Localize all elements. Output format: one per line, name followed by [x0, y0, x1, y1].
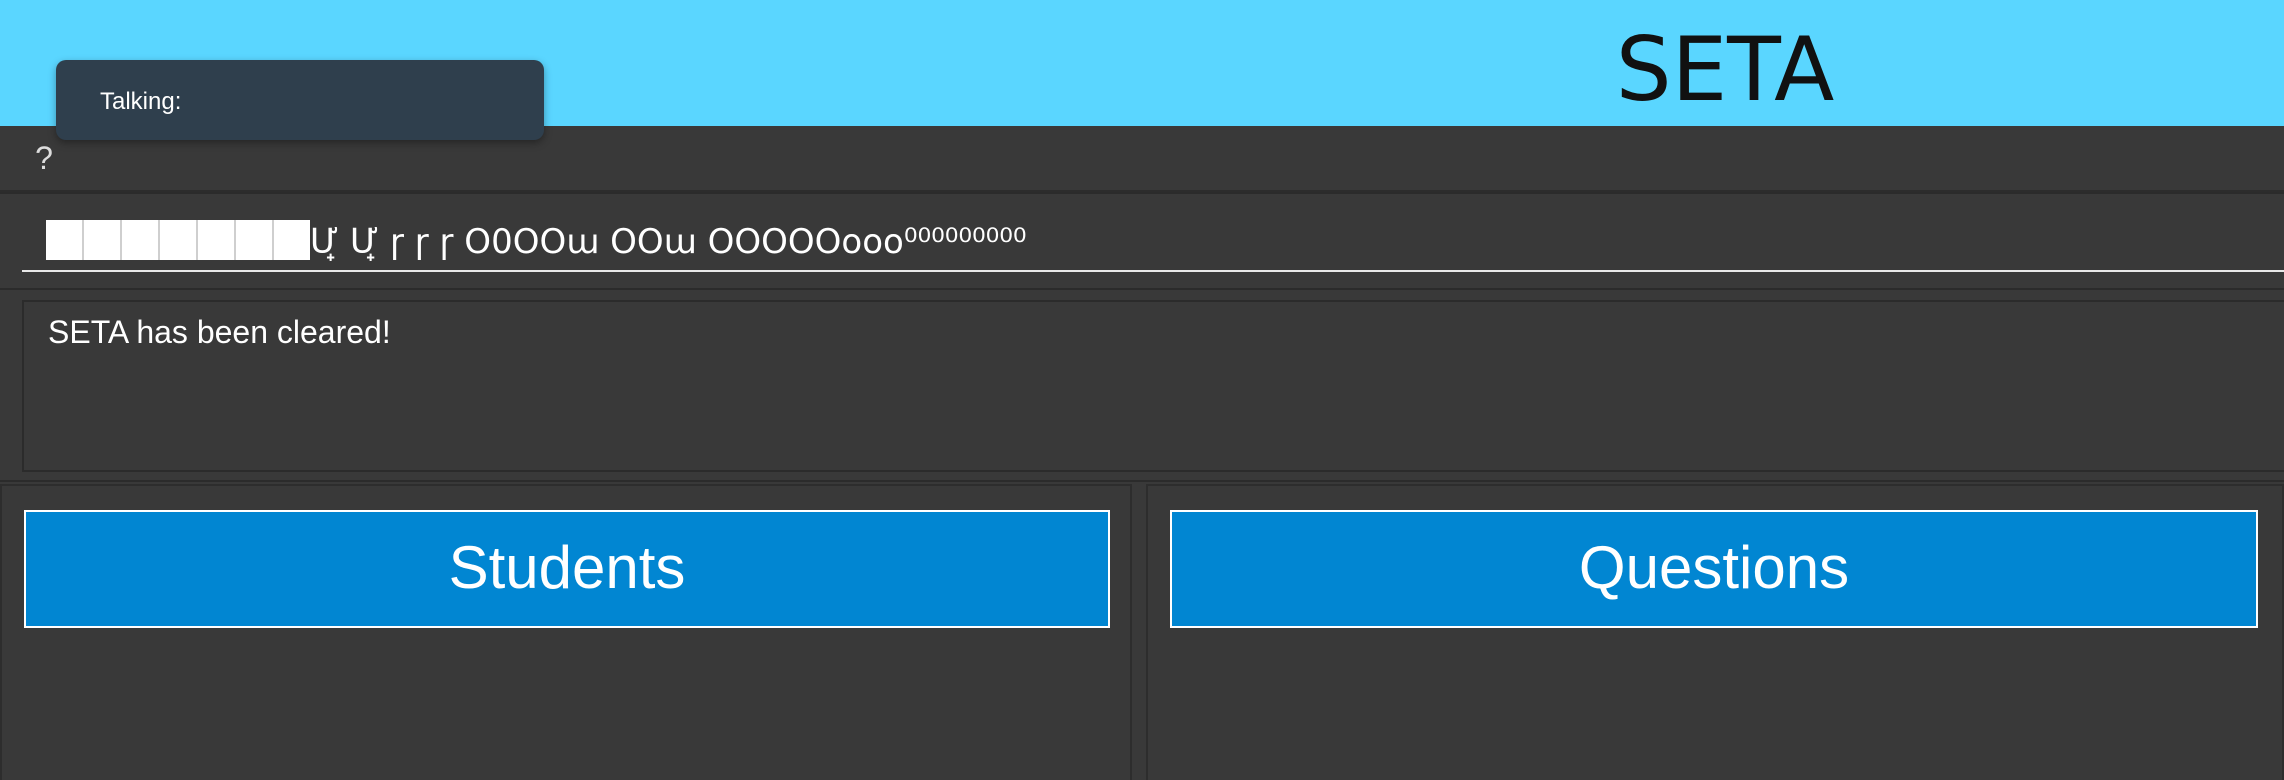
command-pane: Ư̟ Ư̟ ɼ ɼ ɼ O0OOɯ OOɯ OOOOOooo⁰⁰⁰⁰⁰⁰⁰⁰⁰ — [0, 192, 2284, 290]
questions-panel: Questions — [1146, 484, 2284, 780]
help-menu-button[interactable]: ? — [30, 138, 58, 178]
lists-area: Students Questions — [0, 484, 2284, 780]
result-display: SETA has been cleared! — [22, 300, 2284, 472]
app-title: SETA — [1615, 18, 1835, 121]
students-panel: Students — [0, 484, 1132, 780]
questions-list[interactable] — [1170, 636, 2260, 780]
command-input[interactable]: Ư̟ Ư̟ ɼ ɼ ɼ O0OOɯ OOɯ OOOOOooo⁰⁰⁰⁰⁰⁰⁰⁰⁰ — [310, 214, 1027, 270]
result-message: SETA has been cleared! — [48, 314, 391, 350]
tofu-glyph — [160, 220, 198, 260]
tofu-glyph — [236, 220, 274, 260]
unrenderable-glyphs — [46, 220, 310, 260]
toast-text: Talking: — [100, 88, 182, 115]
questions-header: Questions — [1170, 510, 2258, 628]
students-header: Students — [24, 510, 1110, 628]
students-list[interactable] — [24, 636, 1108, 780]
tofu-glyph — [122, 220, 160, 260]
notification-toast: Talking: — [56, 60, 544, 140]
command-box[interactable]: Ư̟ Ư̟ ɼ ɼ ɼ O0OOɯ OOɯ OOOOOooo⁰⁰⁰⁰⁰⁰⁰⁰⁰ — [22, 214, 2284, 272]
tofu-glyph — [46, 220, 84, 260]
tofu-glyph — [274, 220, 310, 260]
tofu-glyph — [198, 220, 236, 260]
result-pane: SETA has been cleared! — [0, 290, 2284, 482]
tofu-glyph — [84, 220, 122, 260]
